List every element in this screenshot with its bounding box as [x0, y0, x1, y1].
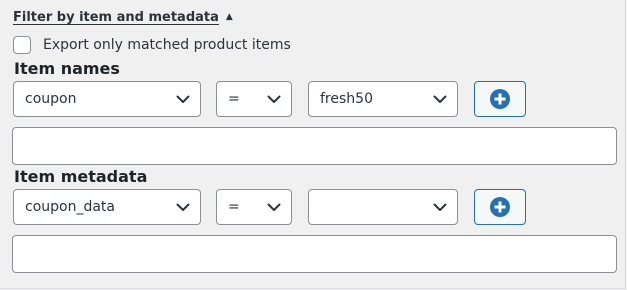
item-metadata-field-select[interactable]: coupon_data	[13, 189, 201, 225]
item-names-textbox[interactable]	[12, 127, 617, 165]
plus-circle-icon	[490, 197, 510, 217]
chevron-down-icon	[423, 95, 457, 104]
item-names-value-value: fresh50	[320, 91, 373, 107]
chevron-down-icon	[257, 95, 291, 104]
item-metadata-textbox[interactable]	[12, 235, 617, 273]
item-names-operator-value: =	[228, 91, 240, 107]
filter-toggle-label[interactable]: Filter by item and metadata	[13, 10, 219, 25]
caret-up-icon[interactable]: ▲	[226, 12, 233, 22]
export-only-row: Export only matched product items	[13, 36, 291, 54]
chevron-down-icon	[166, 95, 200, 104]
item-metadata-operator-value: =	[228, 199, 240, 215]
item-names-field-value: coupon	[25, 91, 77, 107]
item-metadata-value-select[interactable]	[308, 189, 458, 225]
chevron-down-icon	[423, 203, 457, 212]
chevron-down-icon	[166, 203, 200, 212]
item-metadata-add-button[interactable]	[474, 189, 526, 225]
plus-circle-icon	[490, 89, 510, 109]
item-metadata-title: Item metadata	[14, 167, 148, 186]
item-names-value-select[interactable]: fresh50	[308, 81, 458, 117]
item-names-add-button[interactable]	[474, 81, 526, 117]
chevron-down-icon	[257, 203, 291, 212]
item-names-title: Item names	[14, 59, 120, 78]
item-metadata-operator-select[interactable]: =	[216, 189, 292, 225]
filter-panel: Filter by item and metadata ▲ Export only…	[0, 0, 626, 289]
item-names-operator-select[interactable]: =	[216, 81, 292, 117]
filter-toggle[interactable]: Filter by item and metadata ▲	[13, 10, 233, 25]
export-only-label[interactable]: Export only matched product items	[43, 37, 291, 53]
export-only-checkbox[interactable]	[13, 36, 31, 54]
item-names-field-select[interactable]: coupon	[13, 81, 201, 117]
item-metadata-field-value: coupon_data	[25, 199, 115, 215]
